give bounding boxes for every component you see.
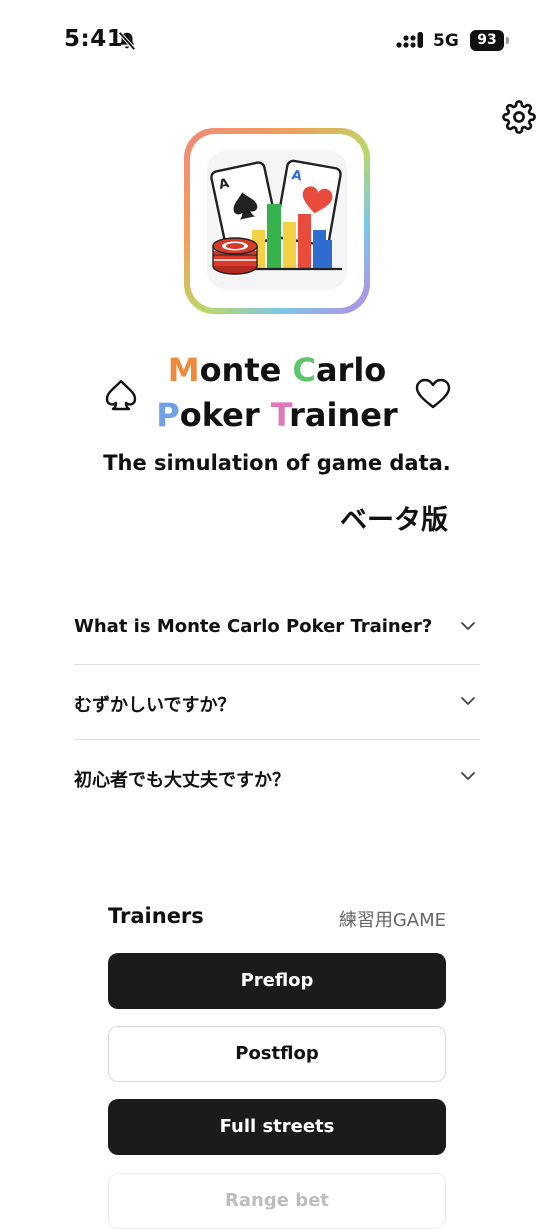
spade-outline-icon[interactable] xyxy=(103,378,139,412)
heart-outline-icon[interactable] xyxy=(414,378,452,410)
title-text-oker: oker xyxy=(179,396,271,434)
faq-question: What is Monte Carlo Poker Trainer? xyxy=(74,616,433,637)
status-bar: 5:41 5G 93 xyxy=(0,0,554,84)
trainers-heading: Trainers xyxy=(108,904,204,928)
battery-level: 93 xyxy=(470,30,504,51)
app-title-line1: Monte Carlo xyxy=(140,348,414,393)
postflop-button[interactable]: Postflop xyxy=(108,1026,446,1082)
title-letter-t: T xyxy=(270,396,290,434)
chevron-down-icon xyxy=(461,622,475,630)
gear-icon[interactable] xyxy=(502,100,536,134)
app-title: Monte Carlo Poker Trainer xyxy=(140,348,414,438)
title-letter-p: P xyxy=(156,396,180,434)
signal-bars-icon xyxy=(396,32,423,48)
title-text-arlo: arlo xyxy=(315,351,387,389)
faq-item-beginner[interactable]: 初心者でも大丈夫ですか？ xyxy=(74,740,480,814)
faq-item-difficulty[interactable]: むずかしいですか？ xyxy=(74,665,480,740)
faq-item-what-is[interactable]: What is Monte Carlo Poker Trainer? xyxy=(74,590,480,665)
title-text-onte: onte xyxy=(199,351,293,389)
status-time: 5:41 xyxy=(64,26,124,52)
chevron-down-icon xyxy=(461,772,475,780)
chevron-down-icon xyxy=(461,697,475,705)
app-subtitle: The simulation of game data. xyxy=(103,451,451,475)
poker-chips xyxy=(212,237,258,275)
app-logo: A A xyxy=(184,128,370,314)
faq-question: むずかしいですか？ xyxy=(74,695,236,716)
battery-cap xyxy=(506,37,509,44)
faq-list: What is Monte Carlo Poker Trainer? むずかしい… xyxy=(74,590,480,814)
status-network: 5G xyxy=(433,31,459,51)
app-title-line2: Poker Trainer xyxy=(140,393,414,438)
range-bet-button[interactable]: Range bet xyxy=(108,1173,446,1229)
faq-question: 初心者でも大丈夫ですか？ xyxy=(74,770,290,791)
full-streets-button[interactable]: Full streets xyxy=(108,1099,446,1155)
battery-icon: 93 xyxy=(470,30,510,52)
title-text-rainer: rainer xyxy=(289,396,398,434)
beta-label: ベータ版 xyxy=(340,505,448,536)
title-letter-m: M xyxy=(167,351,200,389)
trainers-subheading: 練習用GAME xyxy=(338,910,446,931)
title-letter-c: C xyxy=(292,351,316,389)
preflop-button[interactable]: Preflop xyxy=(108,953,446,1009)
bell-slash-icon xyxy=(118,31,136,51)
